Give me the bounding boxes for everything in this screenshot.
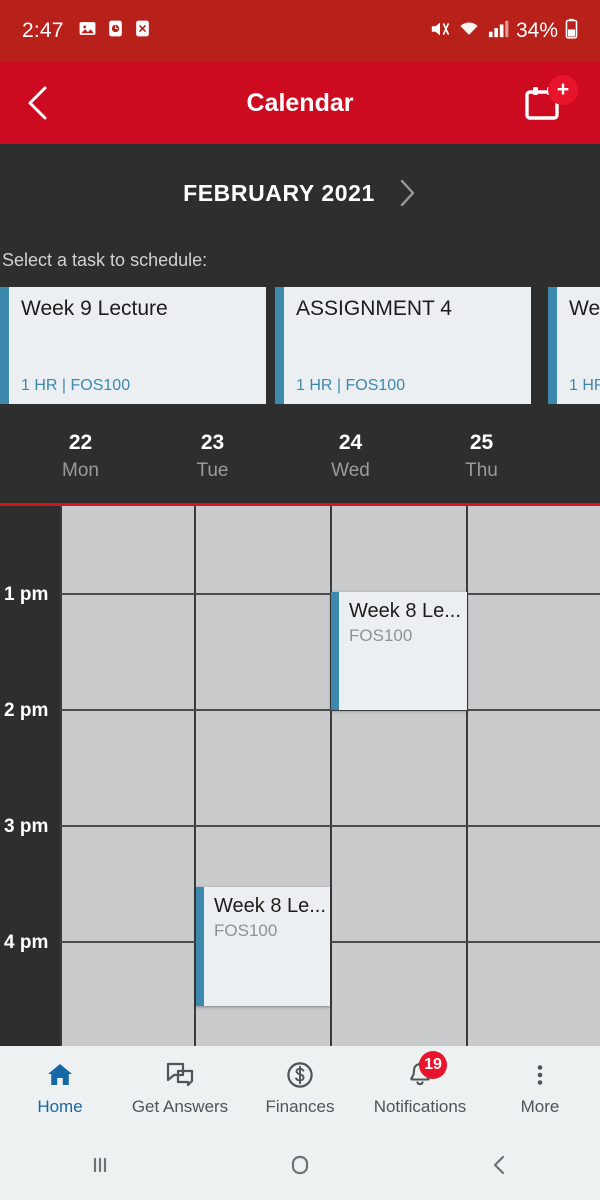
hour-label: 4 pm (4, 932, 49, 953)
day-number: 24 (338, 431, 363, 454)
nav-item-finances[interactable]: Finances (240, 1060, 360, 1117)
task-title: Week 8 Lecture (569, 297, 600, 320)
task-meta: 1 HR | FOS100 (569, 377, 600, 394)
calendar-screen: 2:47 34% Calendar + FEBRUARY 2021 Select… (0, 0, 600, 1200)
day-number: 25 (469, 431, 494, 454)
task-accent-bar (548, 287, 557, 404)
month-label: FEBRUARY 2021 (183, 179, 375, 206)
select-task-prompt: Select a task to schedule: (0, 242, 600, 278)
day-header-row: 22 Mon 23 Tue 24 Wed 25 Thu (0, 413, 600, 505)
status-time: 2:47 (22, 19, 64, 42)
task-card[interactable]: Week 8 Lecture 1 HR | FOS100 (548, 287, 600, 404)
add-badge: + (548, 75, 578, 105)
time-gutter: 1 pm 2 pm 3 pm 4 pm (0, 506, 60, 1046)
system-nav-bar[interactable] (0, 1130, 600, 1200)
home-circle-icon[interactable] (200, 1150, 400, 1180)
task-title: ASSIGNMENT 4 (296, 297, 452, 320)
grid-hour-line (60, 941, 600, 943)
task-body: Week 9 Lecture 1 HR | FOS100 (9, 287, 266, 404)
dollar-circle-icon (285, 1060, 315, 1090)
more-vertical-icon (525, 1060, 555, 1090)
image-icon (78, 19, 97, 43)
bottom-nav[interactable]: Home Get Answers Finances 19 Notifications Mo… (0, 1046, 600, 1130)
mute-icon (429, 19, 451, 44)
day-column-header[interactable]: 25 Thu (414, 431, 549, 482)
chat-icon (165, 1060, 195, 1090)
event-body: Week 8 Le... FOS100 (204, 887, 330, 1006)
notification-badge: 19 (419, 1050, 447, 1079)
nav-item-more[interactable]: More (480, 1060, 600, 1117)
task-accent-bar (0, 287, 9, 404)
hour-label: 2 pm (4, 700, 49, 721)
signal-icon (487, 19, 509, 44)
back-chevron-icon[interactable] (24, 85, 52, 121)
event-body: Week 8 Le... FOS100 (339, 592, 467, 710)
wifi-icon (458, 19, 480, 44)
event-title: Week 8 Le... (214, 895, 326, 917)
calendar-add-icon[interactable]: + (522, 75, 578, 125)
task-meta: 1 HR | FOS100 (21, 377, 131, 394)
day-number: 22 (68, 431, 93, 454)
page-title: Calendar (246, 88, 354, 117)
hour-label: 3 pm (4, 816, 49, 837)
day-column-header[interactable]: 24 Wed (283, 431, 418, 482)
nav-item-notifications[interactable]: 19 Notifications (360, 1050, 480, 1117)
nav-label: Home (37, 1096, 83, 1116)
chevron-right-icon[interactable] (399, 178, 417, 208)
hour-label: 1 pm (4, 584, 49, 605)
calendar-grid[interactable]: 1 pm 2 pm 3 pm 4 pm Week 8 Le... FOS100 Week … (0, 506, 600, 1046)
task-card-list[interactable]: Week 9 Lecture 1 HR | FOS100 ASSIGNMENT 4 1… (0, 278, 600, 413)
nav-item-get-answers[interactable]: Get Answers (120, 1060, 240, 1117)
nav-label: Get Answers (131, 1096, 229, 1116)
day-name: Tue (196, 460, 229, 481)
event-accent-bar (196, 887, 204, 1006)
task-title: Week 9 Lecture (21, 297, 168, 320)
day-column-header[interactable]: 22 Mon (13, 431, 148, 482)
nav-item-home[interactable]: Home (0, 1060, 120, 1117)
calendar-event[interactable]: Week 8 Le... FOS100 (331, 592, 467, 710)
task-card[interactable]: ASSIGNMENT 4 1 HR | FOS100 (275, 287, 531, 404)
grid-hour-line (60, 593, 600, 595)
bell-icon: 19 (405, 1050, 447, 1090)
day-column-header[interactable]: 23 Tue (145, 431, 280, 482)
day-name: Mon (62, 460, 99, 481)
event-subtitle: FOS100 (214, 921, 278, 940)
task-meta: 1 HR | FOS100 (296, 377, 406, 394)
month-header[interactable]: FEBRUARY 2021 (0, 144, 600, 242)
battery-icon (565, 18, 578, 44)
app-bar: Calendar + (0, 62, 600, 144)
grid-vertical-line (466, 506, 468, 1046)
status-bar: 2:47 34% (0, 0, 600, 62)
calendar-event[interactable]: Week 8 Le... FOS100 (196, 887, 330, 1006)
grid-vertical-line (60, 506, 62, 1046)
task-card[interactable]: Week 9 Lecture 1 HR | FOS100 (0, 287, 266, 404)
grid-vertical-line (330, 506, 332, 1046)
nav-label: More (520, 1096, 560, 1116)
recent-apps-icon[interactable] (0, 1152, 200, 1178)
nav-label: Notifications (373, 1096, 467, 1116)
event-subtitle: FOS100 (349, 626, 413, 645)
event-accent-bar (331, 592, 339, 710)
back-icon[interactable] (400, 1152, 600, 1178)
battery-percent: 34% (515, 19, 558, 42)
file-x-icon (134, 19, 151, 43)
nav-label: Finances (265, 1096, 335, 1116)
grid-hour-line (60, 709, 600, 711)
day-name: Thu (465, 460, 498, 481)
day-number: 23 (200, 431, 225, 454)
grid-hour-line (60, 825, 600, 827)
status-left-icons (78, 19, 151, 43)
day-name: Wed (331, 460, 370, 481)
task-body: Week 8 Lecture 1 HR | FOS100 (557, 287, 600, 404)
task-accent-bar (275, 287, 284, 404)
event-title: Week 8 Le... (349, 600, 461, 622)
clock-icon (107, 19, 124, 43)
status-right-icons: 34% (429, 18, 578, 44)
home-icon (45, 1060, 75, 1090)
task-body: ASSIGNMENT 4 1 HR | FOS100 (284, 287, 531, 404)
